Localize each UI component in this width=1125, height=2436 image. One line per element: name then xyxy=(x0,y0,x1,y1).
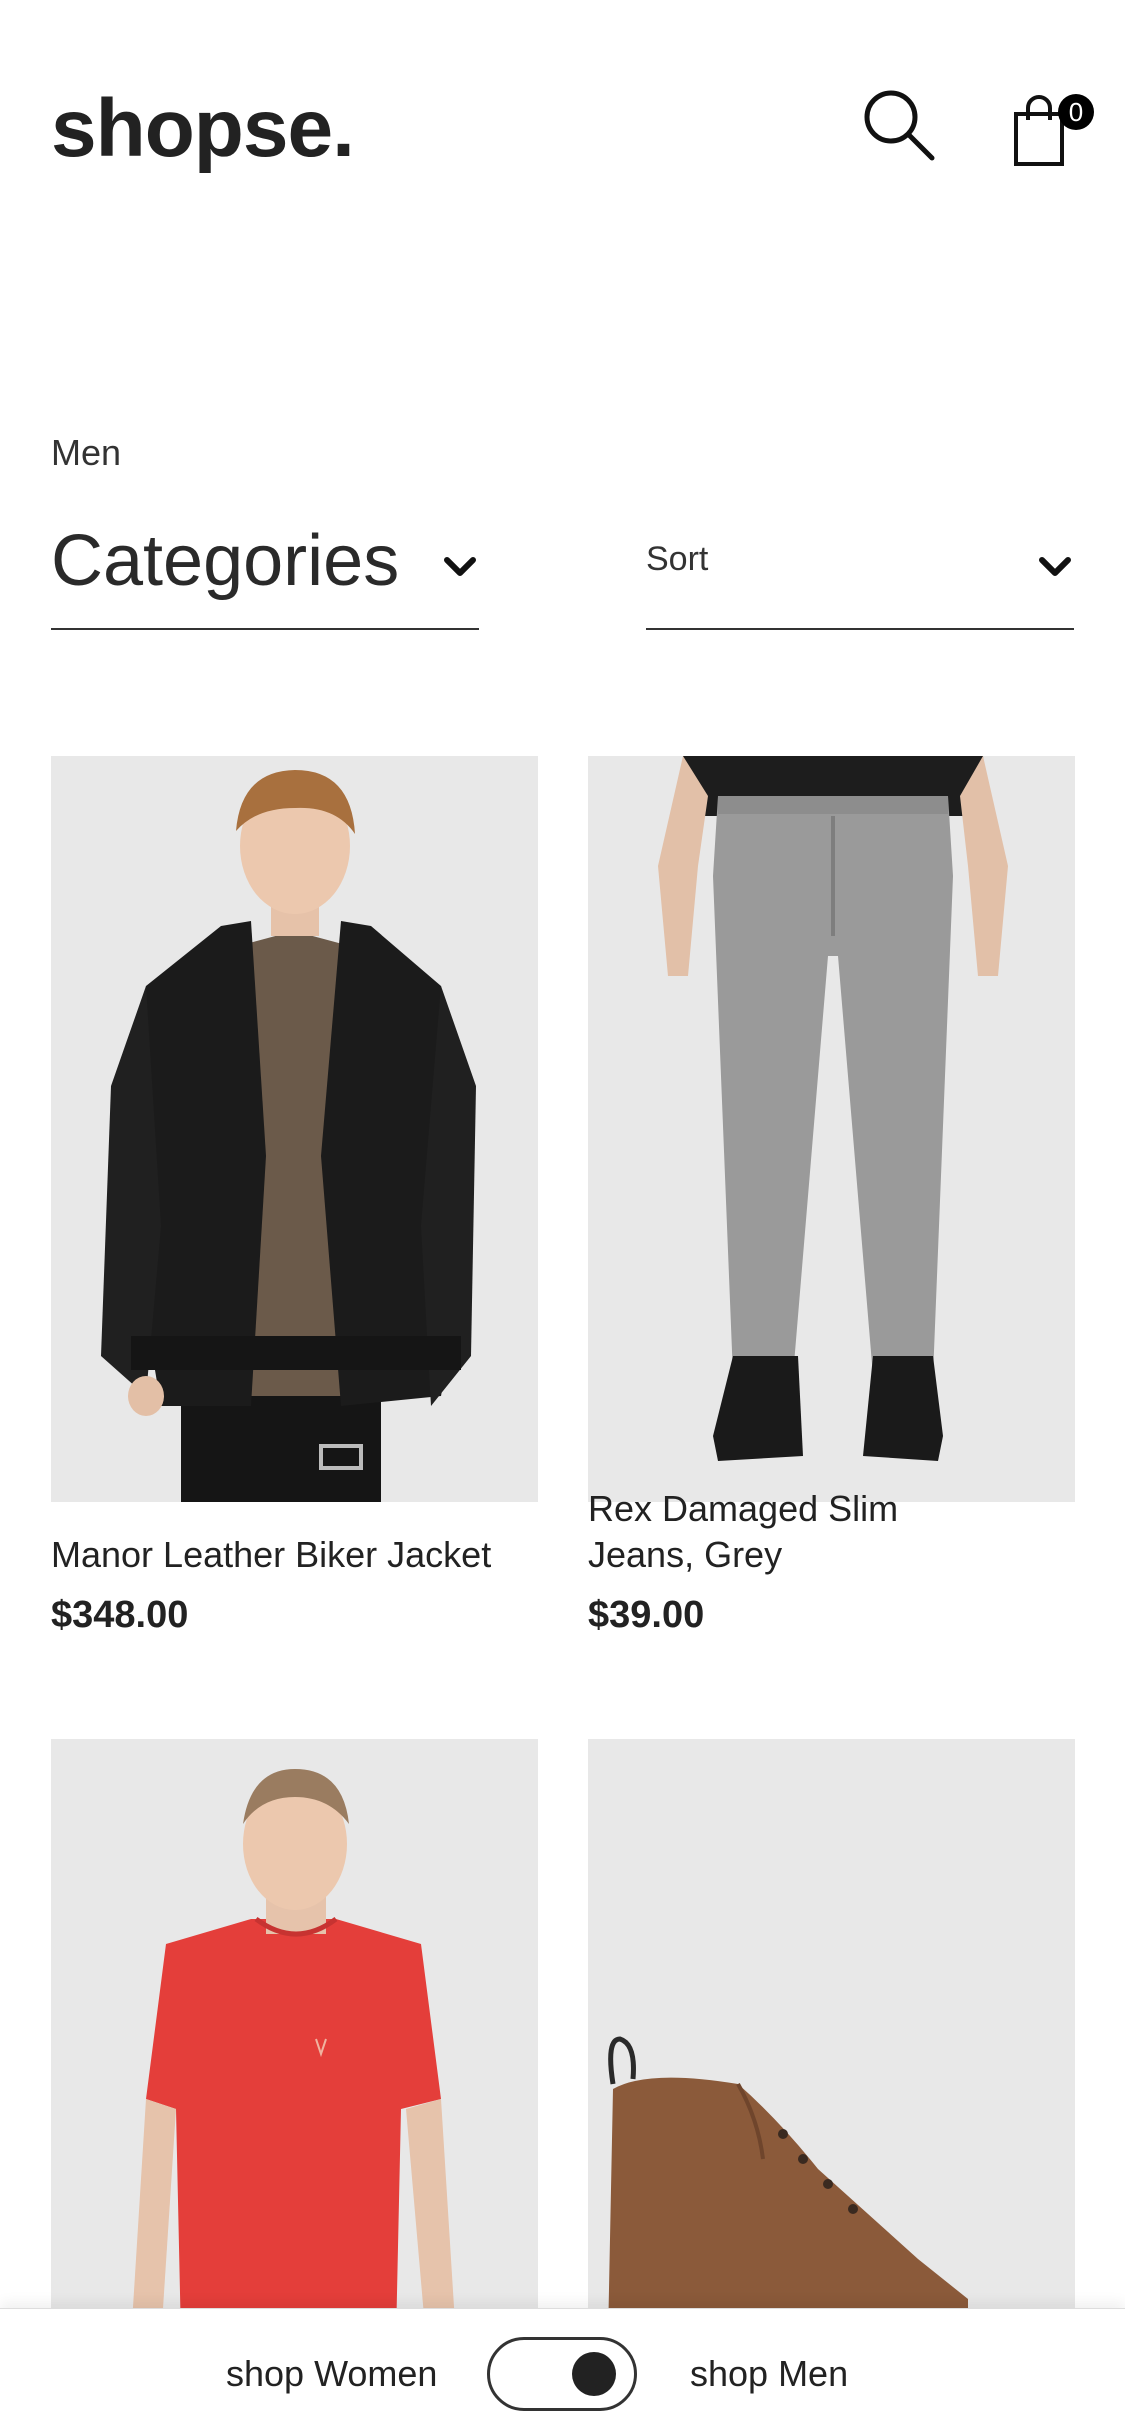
logo[interactable]: shopse. xyxy=(51,82,355,176)
breadcrumb[interactable]: Men xyxy=(51,432,121,474)
product-image[interactable] xyxy=(588,1739,1075,2339)
toggle-knob xyxy=(572,2352,616,2396)
categories-label: Categories xyxy=(51,521,400,601)
cart-count-badge: 0 xyxy=(1058,94,1094,130)
search-button[interactable] xyxy=(862,88,936,162)
product-card[interactable]: Manor Leather Biker Jacket $348.00 xyxy=(51,756,538,1696)
search-icon xyxy=(864,90,935,161)
gender-toggle-switch[interactable] xyxy=(487,2337,637,2411)
chevron-down-icon xyxy=(444,557,476,576)
product-card[interactable] xyxy=(588,1739,1075,2339)
product-name[interactable]: Manor Leather Biker Jacket xyxy=(51,1532,491,1578)
chevron-down-icon xyxy=(1039,557,1071,576)
categories-dropdown[interactable]: Categories xyxy=(51,508,479,630)
product-image[interactable] xyxy=(588,756,1075,1502)
header: shopse. 0 xyxy=(0,0,1125,240)
gender-toggle-bar: shop Women shop Men xyxy=(0,2308,1125,2436)
product-image[interactable] xyxy=(51,756,538,1502)
product-card[interactable]: Rex Damaged Slim Jeans, Grey $39.00 xyxy=(588,756,1075,1696)
sort-dropdown[interactable]: Sort xyxy=(646,508,1074,630)
product-price: $39.00 xyxy=(588,1594,705,1636)
product-price: $348.00 xyxy=(51,1594,189,1636)
product-listing-page: shopse. 0 Men Categories Sort Manor Leat… xyxy=(0,0,1125,2436)
shop-women-label[interactable]: shop Women xyxy=(226,2353,437,2395)
product-card[interactable] xyxy=(51,1739,538,2339)
product-image[interactable] xyxy=(51,1739,538,2339)
sort-label: Sort xyxy=(646,540,709,578)
cart-button[interactable]: 0 xyxy=(1012,86,1094,168)
shop-men-label[interactable]: shop Men xyxy=(690,2353,848,2395)
product-name[interactable]: Rex Damaged Slim Jeans, Grey xyxy=(588,1486,1008,1578)
